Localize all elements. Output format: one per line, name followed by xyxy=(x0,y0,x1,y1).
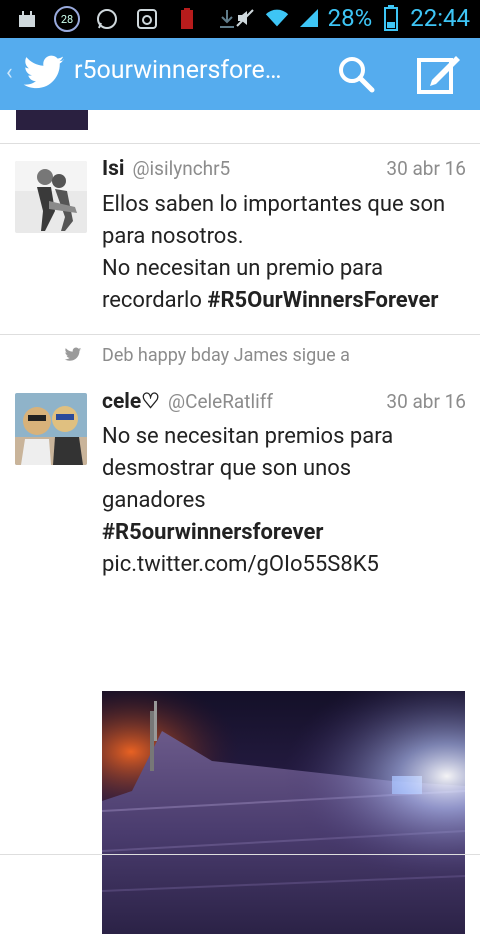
instagram-icon xyxy=(134,6,160,32)
signal-icon xyxy=(296,5,322,31)
battery-icon xyxy=(378,5,404,31)
previous-tweet-media[interactable] xyxy=(16,110,88,130)
tweet-item[interactable]: Isi @isilynchr5 30 abr 16 Ellos saben lo… xyxy=(0,144,480,334)
author-name[interactable]: Isi xyxy=(102,157,125,181)
notification-count-badge: 28 xyxy=(54,6,80,32)
author-handle[interactable]: @isilynchr5 xyxy=(133,157,231,180)
tweet-media-image[interactable] xyxy=(102,691,465,934)
battery-percent: 28% xyxy=(327,4,373,32)
author-name[interactable]: cele♡ xyxy=(102,389,160,414)
retweet-bird-icon xyxy=(64,347,84,365)
tweet-text-line: para nosotros. xyxy=(102,224,244,249)
back-chevron-icon[interactable]: ‹ xyxy=(6,60,13,85)
tweet-text-line: recordarlo xyxy=(102,288,208,313)
wifi-icon xyxy=(264,5,290,31)
tweet-text: Ellos saben lo importantes que son para … xyxy=(102,189,466,317)
retweet-label: Deb happy bday James sigue a xyxy=(102,345,350,366)
compose-icon[interactable] xyxy=(416,52,462,96)
tweet-text: No se necesitan premios para desmostrar … xyxy=(102,421,466,581)
tweet-text-line: No necesitan un premio para xyxy=(102,256,384,281)
tweet-text-line: ganadores xyxy=(102,488,206,513)
retweet-context[interactable]: Deb happy bday James sigue a xyxy=(64,345,350,366)
media-link[interactable]: pic.twitter.com/gOIo55S8K5 xyxy=(102,549,466,581)
clock: 22:44 xyxy=(410,4,470,32)
tweet-date: 30 abr 16 xyxy=(386,157,466,180)
twitter-bird-icon[interactable] xyxy=(22,55,66,93)
tweet-text-line: No se necesitan premios para xyxy=(102,424,394,449)
avatar[interactable] xyxy=(15,393,87,465)
status-bar: 28 28% 22:44 xyxy=(0,0,480,38)
app-bar: ‹ r5ourwinnersfore… xyxy=(0,38,480,110)
search-icon[interactable] xyxy=(336,54,376,94)
hashtag-link[interactable]: #R5ourwinnersforever xyxy=(102,520,323,545)
divider xyxy=(0,854,480,855)
page-title: r5ourwinnersfore… xyxy=(74,56,282,85)
tweet-item[interactable]: Deb happy bday James sigue a cele♡ @Cele… xyxy=(0,335,480,934)
mute-icon xyxy=(232,5,258,31)
whatsapp-icon xyxy=(94,6,120,32)
notification-app-icon xyxy=(14,6,40,32)
tweet-date: 30 abr 16 xyxy=(386,390,466,413)
avatar[interactable] xyxy=(15,161,87,233)
battery-saver-icon xyxy=(174,6,200,32)
hashtag-link[interactable]: #R5OurWinnersForever xyxy=(207,288,438,313)
tweet-text-line: Ellos saben lo importantes que son xyxy=(102,192,446,217)
author-handle[interactable]: @CeleRatliff xyxy=(168,390,273,413)
tweet-text-line: desmostrar que son unos xyxy=(102,456,352,481)
